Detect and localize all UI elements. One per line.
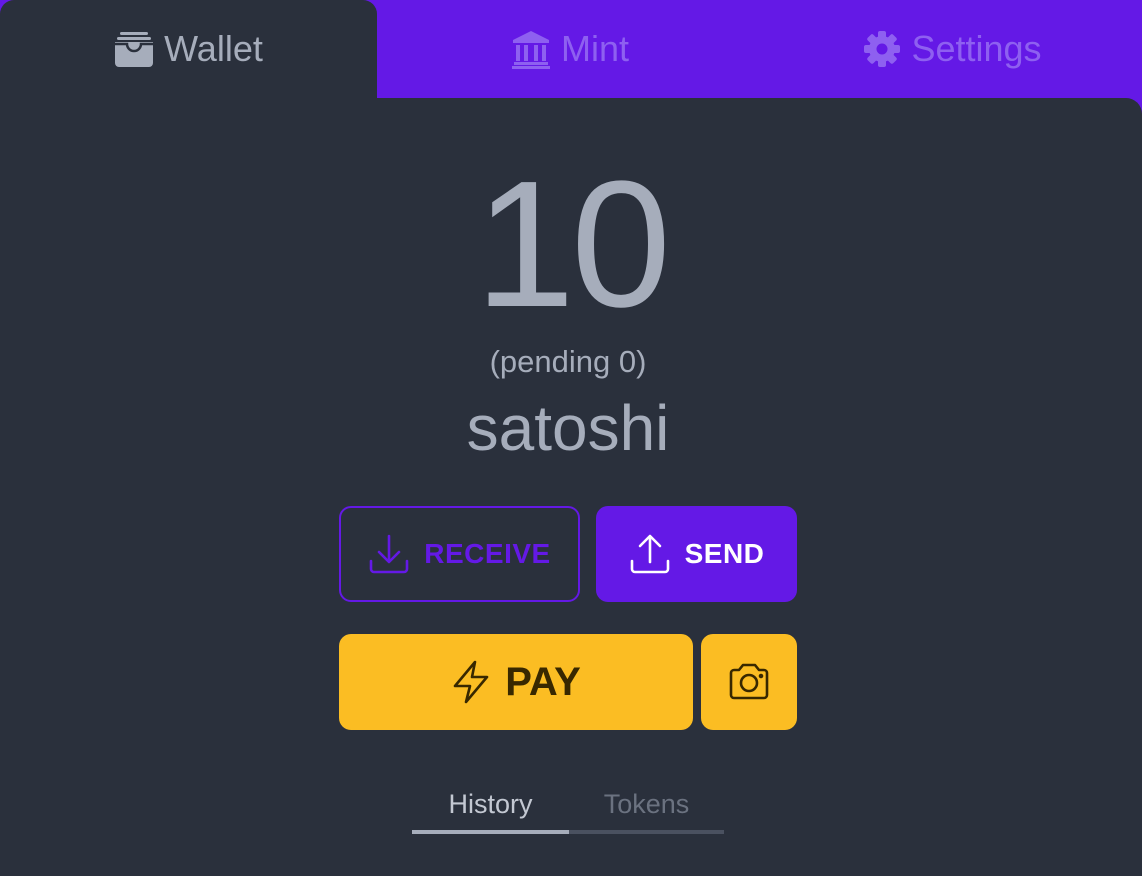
- receive-button[interactable]: RECEIVE: [339, 506, 580, 602]
- gear-icon: [863, 30, 901, 68]
- history-tokens-tabs: History Tokens: [412, 778, 724, 834]
- tab-wallet-label: Wallet: [164, 28, 263, 69]
- top-tabs: Wallet Mint Settings: [0, 0, 1142, 98]
- download-icon: [368, 533, 410, 575]
- tab-tokens[interactable]: Tokens: [569, 778, 724, 834]
- wallet-panel: 10 (pending 0) satoshi RECEIVE SEND PAY …: [0, 98, 1142, 876]
- pay-button-label: PAY: [505, 659, 581, 704]
- tab-mint[interactable]: Mint: [377, 0, 763, 98]
- wallet-icon: [114, 30, 154, 68]
- bank-icon: [511, 29, 551, 69]
- tab-settings[interactable]: Settings: [763, 0, 1142, 98]
- app-root: Wallet Mint Settings 10 (pending 0) sato…: [0, 0, 1142, 876]
- tab-tokens-label: Tokens: [603, 788, 690, 819]
- balance-unit: satoshi: [466, 392, 670, 464]
- send-button[interactable]: SEND: [596, 506, 797, 602]
- tab-wallet[interactable]: Wallet: [0, 0, 377, 98]
- scan-camera-button[interactable]: [701, 634, 797, 730]
- tab-settings-label: Settings: [911, 28, 1042, 69]
- send-button-label: SEND: [684, 538, 765, 569]
- camera-icon: [727, 663, 771, 701]
- receive-button-label: RECEIVE: [424, 538, 551, 569]
- upload-icon: [629, 533, 671, 575]
- pending-amount: (pending 0): [489, 344, 647, 379]
- tab-history[interactable]: History: [412, 778, 569, 834]
- tab-history-label: History: [448, 788, 533, 819]
- tab-mint-label: Mint: [560, 28, 629, 69]
- lightning-icon: [451, 660, 491, 704]
- balance-amount: 10: [474, 144, 671, 345]
- pay-button[interactable]: PAY: [339, 634, 693, 730]
